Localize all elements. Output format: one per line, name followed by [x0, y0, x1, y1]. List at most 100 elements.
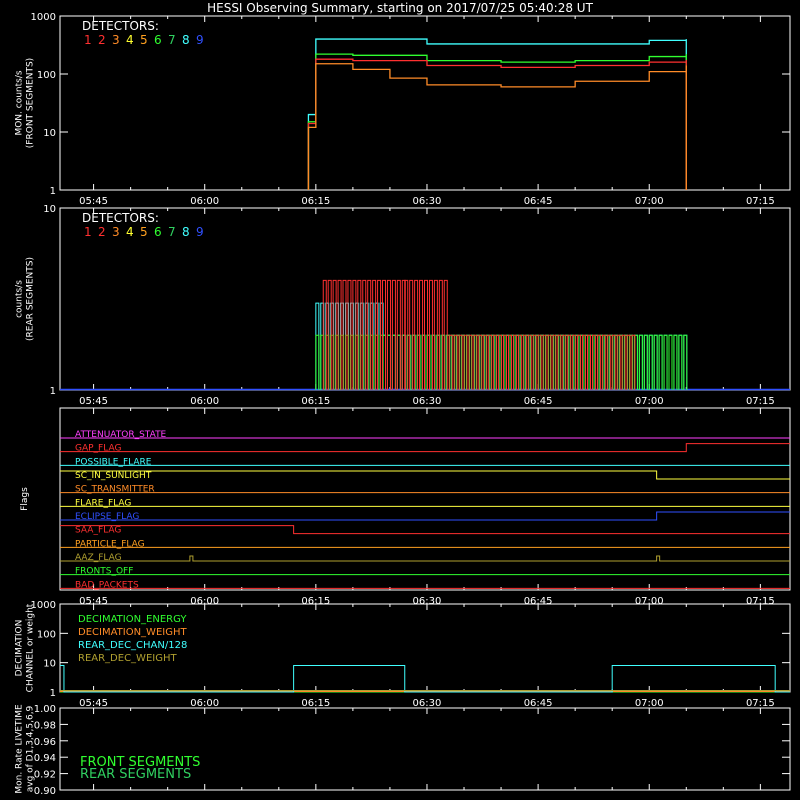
front-y-tick-label: 100 — [37, 70, 56, 81]
front-legend-title: DETECTORS: — [82, 19, 159, 33]
rear-legend-number: 1 — [84, 225, 92, 239]
flag-line — [60, 470, 790, 480]
rear-legend-number: 6 — [154, 225, 162, 239]
front-x-tick-label: 06:00 — [190, 196, 219, 207]
front-x-tick-label: 06:30 — [413, 196, 442, 207]
flags-y-title-line: Flags — [20, 487, 30, 511]
decimation-y-title: DECIMATION CHANNEL or weight — [15, 603, 36, 692]
livetime-y-tick-label: 0.92 — [34, 770, 56, 781]
decimation-y-title-line: CHANNEL or weight — [26, 603, 36, 692]
rear-legend-number: 3 — [112, 225, 120, 239]
rear-y-title-line: (REAR SEGMENTS) — [26, 257, 36, 341]
front-y-title-line: MON. counts/s — [15, 70, 25, 135]
rear-x-tick-label: 06:00 — [190, 396, 219, 407]
front-series-line — [307, 38, 687, 190]
flags-x-tick-label: 06:00 — [190, 596, 219, 607]
decimation-legend: DECIMATION_WEIGHT — [78, 627, 187, 638]
livetime-legend: REAR SEGMENTS — [80, 767, 191, 782]
livetime-y-tick-label: 0.94 — [34, 753, 56, 764]
decimation-x-tick-label: 06:15 — [301, 698, 330, 709]
decimation-legend: DECIMATION_ENERGY — [78, 614, 187, 625]
rear-x-tick-label: 07:15 — [746, 396, 775, 407]
flag-line — [60, 511, 790, 521]
flag-line — [60, 443, 790, 453]
rear-legend-number: 2 — [98, 225, 106, 239]
front-x-tick-label: 06:15 — [301, 196, 330, 207]
livetime-y-title-line: Mon. Rate LIVETIME — [15, 704, 25, 794]
front-y-tick-label: 1 — [50, 186, 56, 197]
front-legend-number: 2 — [98, 33, 106, 47]
front-x-tick-label: 07:15 — [746, 196, 775, 207]
front-y-tick-label: 1000 — [31, 12, 56, 23]
front-series-line — [307, 53, 687, 190]
flags-x-tick-label: 06:30 — [413, 596, 442, 607]
decimation-y-tick-label: 1 — [50, 688, 56, 699]
front-legend-number: 3 — [112, 33, 120, 47]
decimation-x-tick-label: 05:45 — [79, 698, 108, 709]
flag-line — [60, 555, 790, 562]
livetime-y-tick-label: 1.00 — [34, 704, 56, 715]
livetime-y-title: Mon. Rate LIVETIME avg of D1,3,4,5,6,9 — [15, 704, 36, 794]
front-legend-number: 9 — [196, 33, 204, 47]
decimation-x-tick-label: 06:00 — [190, 698, 219, 709]
front-y-title: MON. counts/s (FRONT SEGMENTS) — [15, 58, 36, 148]
rear-legend-number: 5 — [140, 225, 148, 239]
flags-x-tick-label: 07:00 — [635, 596, 664, 607]
front-legend-number: 6 — [154, 33, 162, 47]
front-legend-number: 1 — [84, 33, 92, 47]
decimation-x-tick-label: 07:00 — [635, 698, 664, 709]
rear-series-line — [382, 334, 426, 390]
flags-x-tick-label: 06:45 — [524, 596, 553, 607]
flag-label: SC_IN_SUNLIGHT — [75, 471, 152, 481]
rear-legend-title: DETECTORS: — [82, 211, 159, 225]
front-y-tick-label: 10 — [43, 128, 56, 139]
rear-x-tick-label: 06:45 — [524, 396, 553, 407]
rear-series-line — [522, 334, 636, 390]
flag-line — [60, 525, 790, 535]
decimation-x-tick-label: 07:15 — [746, 698, 775, 709]
decimation-series-line — [60, 665, 790, 693]
flags-x-tick-label: 06:15 — [301, 596, 330, 607]
rear-x-tick-label: 06:30 — [413, 396, 442, 407]
flags-frame — [59, 407, 791, 591]
rear-legend-number: 7 — [168, 225, 176, 239]
livetime-y-tick-label: 0.96 — [34, 737, 56, 748]
front-x-tick-label: 06:45 — [524, 196, 553, 207]
rear-series-line — [382, 334, 426, 390]
flag-label: SAA_FLAG — [75, 526, 121, 536]
observing-summary-chart: 1 10 100 1000 MON. counts/s (FRONT SEGMENTS) D… — [15, 12, 791, 797]
rear-series-line — [648, 334, 688, 390]
rear-y-tick-label: 1 — [50, 386, 56, 397]
flags-y-title: Flags — [20, 487, 30, 511]
front-series-line — [307, 58, 687, 190]
rear-legend-number: 4 — [126, 225, 134, 239]
front-x-tick-label: 07:00 — [635, 196, 664, 207]
front-legend-number: 8 — [182, 33, 190, 47]
rear-y-title: counts/s (REAR SEGMENTS) — [15, 257, 36, 341]
decimation-x-tick-label: 06:45 — [524, 698, 553, 709]
front-y-title-line: (FRONT SEGMENTS) — [26, 58, 36, 148]
decimation-legend: REAR_DEC_CHAN/128 — [78, 640, 187, 651]
rear-x-tick-label: 07:00 — [635, 396, 664, 407]
livetime-y-tick-label: 0.98 — [34, 720, 56, 731]
decimation-x-tick-label: 06:30 — [413, 698, 442, 709]
front-legend-number: 7 — [168, 33, 176, 47]
front-x-tick-label: 05:45 — [79, 196, 108, 207]
decimation-y-title-line: DECIMATION — [15, 620, 25, 677]
flags-x-tick-label: 05:45 — [79, 596, 108, 607]
flags-x-tick-label: 07:15 — [746, 596, 775, 607]
livetime-y-tick-label: 0.90 — [34, 786, 56, 797]
rear-legend-number: 8 — [182, 225, 190, 239]
rear-x-tick-label: 06:15 — [301, 396, 330, 407]
rear-y-tick-label: 10 — [43, 204, 56, 215]
decimation-legend: REAR_DEC_WEIGHT — [78, 653, 177, 664]
decimation-y-tick-label: 100 — [37, 629, 56, 640]
rear-series-line — [648, 334, 688, 390]
rear-x-tick-label: 05:45 — [79, 396, 108, 407]
rear-series-line — [404, 279, 448, 390]
front-legend-number: 4 — [126, 33, 134, 47]
front-legend-number: 5 — [140, 33, 148, 47]
rear-legend-number: 9 — [196, 225, 204, 239]
decimation-y-tick-label: 10 — [43, 659, 56, 670]
front-series-line — [307, 63, 687, 190]
